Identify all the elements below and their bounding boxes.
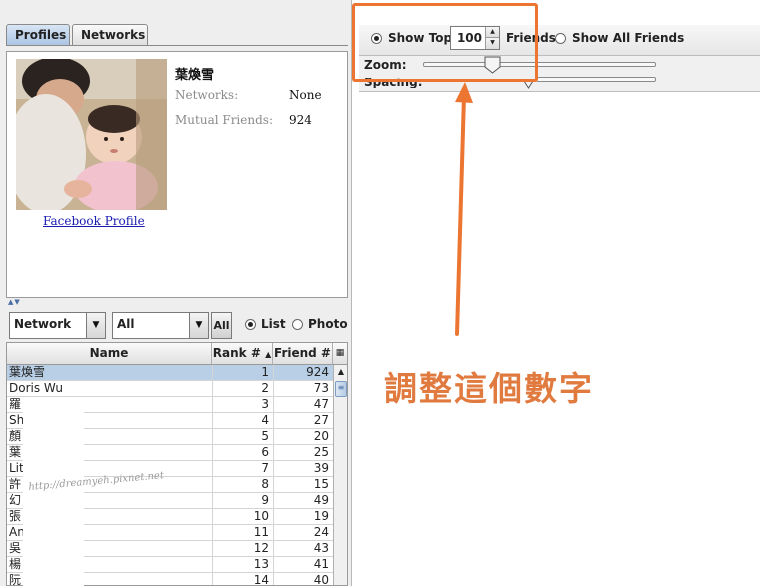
scroll-up-icon[interactable]: ▲ <box>334 365 347 379</box>
network-combo[interactable]: Network ▼ <box>9 312 106 339</box>
cell-friends: 924 <box>273 365 333 381</box>
cell-rank: 9 <box>212 493 273 509</box>
cell-friends: 39 <box>273 461 333 477</box>
cell-rank: 5 <box>212 429 273 445</box>
mutual-friends-value: 924 <box>289 113 312 127</box>
profile-card: 葉煥雪 Networks: None Mutual Friends: 924 F… <box>6 51 348 298</box>
column-header-rank[interactable]: Rank # ▲ <box>212 343 273 365</box>
cell-friends: 25 <box>273 445 333 461</box>
photo-label: Photo <box>308 317 348 331</box>
cell-rank: 1 <box>212 365 273 381</box>
show-all-label: Show All Friends <box>572 31 685 45</box>
filter-combo-value: All <box>117 317 135 331</box>
cell-rank: 8 <box>212 477 273 493</box>
column-header-friends[interactable]: Friend # <box>273 343 333 365</box>
sort-ascending-icon: ▲ <box>265 350 272 359</box>
column-picker-icon[interactable]: ▦ <box>333 343 347 365</box>
cell-friends: 73 <box>273 381 333 397</box>
profile-name: 葉煥雪 <box>175 68 215 83</box>
splitter-arrows-icon[interactable]: ▲▼ <box>8 298 21 306</box>
cell-rank: 2 <box>212 381 273 397</box>
mutual-friends-label: Mutual Friends: <box>175 113 273 127</box>
cell-friends: 15 <box>273 477 333 493</box>
spacing-slider-thumb[interactable] <box>523 81 534 89</box>
cell-friends: 47 <box>273 397 333 413</box>
cell-rank: 6 <box>212 445 273 461</box>
tab-networks[interactable]: Networks <box>72 24 148 46</box>
cell-rank: 14 <box>212 573 273 585</box>
networks-value: None <box>289 88 322 102</box>
cell-name: Doris Wu <box>9 381 63 395</box>
cell-rank: 11 <box>212 525 273 541</box>
filter-combo[interactable]: All ▼ <box>112 312 209 339</box>
cell-friends: 24 <box>273 525 333 541</box>
cell-rank: 7 <box>212 461 273 477</box>
cell-rank: 3 <box>212 397 273 413</box>
cell-friends: 19 <box>273 509 333 525</box>
facebook-profile-link[interactable]: Facebook Profile <box>43 214 145 228</box>
cell-friends: 40 <box>273 573 333 585</box>
cell-friends: 41 <box>273 557 333 573</box>
table-row[interactable]: Doris Wu 2 73 <box>7 381 333 397</box>
arrow-up-icon <box>455 82 473 336</box>
profile-photo <box>16 59 167 210</box>
highlight-box <box>352 3 538 82</box>
cell-friends: 43 <box>273 541 333 557</box>
photo-radio[interactable] <box>292 319 303 330</box>
column-header-rank-label: Rank # <box>212 346 261 360</box>
show-all-radio[interactable] <box>555 33 566 44</box>
cell-name: 葉煥雪 <box>9 365 46 379</box>
network-combo-value: Network <box>14 317 72 331</box>
cell-rank: 10 <box>212 509 273 525</box>
scroll-thumb[interactable]: ≡ <box>335 381 347 397</box>
cell-friends: 20 <box>273 429 333 445</box>
cell-rank: 13 <box>212 557 273 573</box>
chevron-down-icon[interactable]: ▼ <box>189 313 208 338</box>
cell-friends: 49 <box>273 493 333 509</box>
table-scrollbar[interactable]: ▲ ≡ <box>333 365 347 585</box>
cell-rank: 12 <box>212 541 273 557</box>
list-label: List <box>261 317 286 331</box>
spacing-slider[interactable] <box>536 77 656 82</box>
list-radio[interactable] <box>245 319 256 330</box>
cell-rank: 4 <box>212 413 273 429</box>
cell-friends: 27 <box>273 413 333 429</box>
networks-label: Networks: <box>175 88 239 102</box>
all-button[interactable]: All <box>211 312 232 339</box>
tab-divider <box>6 45 348 46</box>
tab-profiles[interactable]: Profiles <box>6 24 70 46</box>
chevron-down-icon[interactable]: ▼ <box>86 313 105 338</box>
column-header-name[interactable]: Name <box>7 343 212 365</box>
table-row[interactable]: 葉煥雪 1 924 <box>7 365 333 381</box>
annotation-text: 調整這個數字 <box>384 369 594 408</box>
